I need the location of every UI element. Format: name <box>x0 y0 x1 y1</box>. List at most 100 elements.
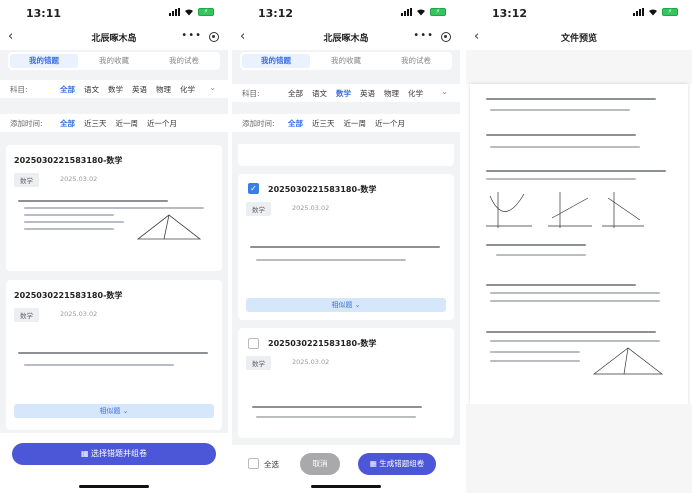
nav-bar: ‹ 北辰啄木岛 ••• <box>232 24 460 50</box>
triangle-figure-icon <box>592 347 664 375</box>
generate-label: 生成错题组卷 <box>379 459 425 468</box>
battery-icon: ⚡ <box>430 8 446 16</box>
subject-physics[interactable]: 物理 <box>384 88 399 99</box>
card-title: 2025030221583180-数学 <box>14 156 123 165</box>
time-month[interactable]: 近一个月 <box>147 118 177 129</box>
preview-background <box>466 50 692 84</box>
card-title: 2025030221583180-数学 <box>14 291 123 300</box>
more-icon[interactable]: ••• <box>413 30 434 41</box>
time-label: 添加时间: <box>242 119 275 128</box>
status-bar: 13:12 ⚡ <box>466 0 692 24</box>
subject-english[interactable]: 英语 <box>132 84 147 95</box>
document-preview-page[interactable] <box>470 84 688 404</box>
nav-bar: ‹ 北辰啄木岛 ••• <box>0 24 228 50</box>
time-week[interactable]: 近一周 <box>116 118 139 129</box>
time-3days[interactable]: 近三天 <box>312 118 335 129</box>
wifi-icon <box>649 9 657 16</box>
card-date: 2025.03.02 <box>60 175 98 183</box>
mistake-card[interactable]: 2025030221583180-数学 数学 2025.03.02 相似题 ⌄ <box>6 280 222 430</box>
subject-math[interactable]: 数学 <box>336 88 351 99</box>
signal-icon <box>169 8 180 16</box>
compose-icon: ▦ <box>80 449 92 458</box>
time-all[interactable]: 全部 <box>60 118 75 129</box>
tab-my-favorites[interactable]: 我的收藏 <box>80 54 148 68</box>
subject-tag: 数学 <box>14 173 39 187</box>
subject-chinese[interactable]: 语文 <box>84 84 99 95</box>
subject-chemistry[interactable]: 化学 <box>180 84 195 95</box>
phone-screen-preview: 13:12 ⚡ ‹ 文件预览 <box>466 0 692 493</box>
figure-graphs-icon <box>486 192 644 228</box>
home-indicator <box>311 485 381 488</box>
tab-bar: 我的错题 我的收藏 我的试卷 <box>8 52 220 70</box>
wifi-icon <box>185 9 193 16</box>
card-checkbox[interactable] <box>248 338 259 349</box>
card-date: 2025.03.02 <box>292 358 330 366</box>
select-all-label[interactable]: 全选 <box>264 459 279 470</box>
time-all[interactable]: 全部 <box>288 118 303 129</box>
similar-questions-button[interactable]: 相似题 ⌄ <box>14 404 214 418</box>
select-and-compose-button[interactable]: ▦ 选择错题并组卷 <box>12 443 216 465</box>
signal-icon <box>401 8 412 16</box>
tab-my-papers[interactable]: 我的试卷 <box>150 54 218 68</box>
time-filter: 添加时间: 全部 近三天 近一周 近一个月 <box>232 114 460 132</box>
card-date: 2025.03.02 <box>60 310 98 318</box>
subject-physics[interactable]: 物理 <box>156 84 171 95</box>
subject-chinese[interactable]: 语文 <box>312 88 327 99</box>
triangle-figure-icon <box>136 214 202 240</box>
status-time: 13:12 <box>492 7 528 20</box>
tab-my-papers[interactable]: 我的试卷 <box>382 54 450 68</box>
select-all-checkbox[interactable] <box>248 458 259 469</box>
mistake-card-selected[interactable]: ✓ 2025030221583180-数学 数学 2025.03.02 相似题 … <box>238 174 454 320</box>
bottom-bar: 全选 取消 ▦ 生成错题组卷 <box>232 445 460 493</box>
chevron-down-icon[interactable]: ⌄ <box>441 87 448 96</box>
compose-label: 选择错题并组卷 <box>91 449 148 458</box>
cancel-button[interactable]: 取消 <box>300 453 340 475</box>
battery-icon: ⚡ <box>662 8 678 16</box>
more-icon[interactable]: ••• <box>181 30 202 41</box>
time-week[interactable]: 近一周 <box>344 118 367 129</box>
card-date: 2025.03.02 <box>292 204 330 212</box>
phone-screen-mistakes: 13:11 ⚡ ‹ 北辰啄木岛 ••• 我的错题 我的收藏 我的试卷 科目: 全… <box>0 0 228 493</box>
chevron-down-icon[interactable]: ⌄ <box>209 83 216 92</box>
card-checkbox-checked[interactable]: ✓ <box>248 183 259 194</box>
time-3days[interactable]: 近三天 <box>84 118 107 129</box>
subject-tag: 数学 <box>246 356 271 370</box>
status-bar: 13:11 ⚡ <box>0 0 228 24</box>
subject-english[interactable]: 英语 <box>360 88 375 99</box>
generate-paper-button[interactable]: ▦ 生成错题组卷 <box>358 453 436 475</box>
subject-all[interactable]: 全部 <box>288 88 303 99</box>
subject-tag: 数学 <box>246 202 271 216</box>
subject-chemistry[interactable]: 化学 <box>408 88 423 99</box>
subject-math[interactable]: 数学 <box>108 84 123 95</box>
preview-background <box>466 404 692 493</box>
mistake-card[interactable]: 2025030221583180-数学 数学 2025.03.02 <box>238 328 454 438</box>
home-indicator <box>79 485 149 488</box>
time-month[interactable]: 近一个月 <box>375 118 405 129</box>
mistake-card[interactable]: 2025030221583180-数学 数学 2025.03.02 <box>6 145 222 271</box>
similar-questions-button[interactable]: 相似题 ⌄ <box>246 298 446 312</box>
tab-bar: 我的错题 我的收藏 我的试卷 <box>240 52 452 70</box>
phone-screen-select: 13:12 ⚡ ‹ 北辰啄木岛 ••• 我的错题 我的收藏 我的试卷 科目: 全… <box>232 0 460 493</box>
subject-label: 科目: <box>10 85 28 94</box>
close-miniapp-icon[interactable] <box>441 32 451 42</box>
time-label: 添加时间: <box>10 119 43 128</box>
battery-icon: ⚡ <box>198 8 214 16</box>
previous-card-bottom <box>238 144 454 166</box>
status-bar: 13:12 ⚡ <box>232 0 460 24</box>
tab-my-mistakes[interactable]: 我的错题 <box>10 54 78 68</box>
wifi-icon <box>417 9 425 16</box>
subject-filter: 科目: 全部 语文 数学 英语 物理 化学 ⌄ <box>0 80 228 98</box>
similar-label: 相似题 <box>331 301 353 309</box>
tab-my-mistakes[interactable]: 我的错题 <box>242 54 310 68</box>
compose-icon: ▦ <box>369 459 380 468</box>
close-miniapp-icon[interactable] <box>209 32 219 42</box>
card-title: 2025030221583180-数学 <box>268 339 377 348</box>
status-time: 13:12 <box>258 7 294 20</box>
status-time: 13:11 <box>26 7 62 20</box>
subject-all[interactable]: 全部 <box>60 84 75 95</box>
tab-my-favorites[interactable]: 我的收藏 <box>312 54 380 68</box>
page-title: 文件预览 <box>560 34 597 44</box>
subject-tag: 数学 <box>14 308 39 322</box>
nav-bar: ‹ 文件预览 <box>466 24 692 50</box>
signal-icon <box>633 8 644 16</box>
